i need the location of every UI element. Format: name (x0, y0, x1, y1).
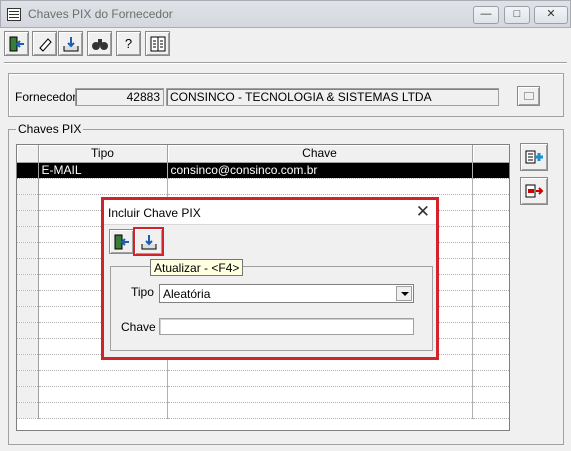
row-indicator (17, 162, 39, 179)
add-row-icon (525, 150, 543, 164)
window-title: Chaves PIX do Fornecedor (28, 7, 173, 21)
chevron-down-icon[interactable] (396, 286, 412, 301)
table-row[interactable]: E-MAIL consinco@consinco.com.br (17, 162, 509, 179)
dialog-title-bar: Incluir Chave PIX ✕ (104, 200, 436, 225)
tipo-select-value: Aleatória (163, 287, 211, 301)
dialog-close-button[interactable]: ✕ (416, 202, 430, 222)
app-icon (7, 8, 21, 21)
header-tipo[interactable]: Tipo (38, 145, 168, 163)
close-button[interactable]: ✕ (534, 6, 568, 24)
fornecedor-lookup-button[interactable] (517, 86, 540, 106)
remove-row-icon (525, 184, 544, 198)
dialog-title: Incluir Chave PIX (108, 206, 201, 220)
chaves-pix-group-title: Chaves PIX (16, 122, 84, 136)
search-button[interactable] (87, 31, 112, 56)
toolbar: ? (0, 28, 571, 60)
table-row[interactable] (17, 178, 509, 195)
fornecedor-code-field: 42883 (75, 88, 164, 106)
dialog-save-button[interactable] (133, 227, 164, 256)
help-icon: ? (124, 36, 133, 51)
chave-input[interactable] (159, 318, 414, 335)
tipo-select[interactable]: Aleatória (159, 284, 414, 303)
report-button[interactable] (145, 31, 170, 56)
table-row[interactable] (17, 386, 509, 403)
exit-icon (114, 234, 129, 249)
remove-chave-button[interactable] (520, 177, 548, 205)
report-icon (150, 36, 165, 51)
save-tray-icon (63, 36, 78, 51)
fornecedor-label: Fornecedor (15, 90, 77, 104)
exit-button[interactable] (4, 31, 29, 56)
header-empty (472, 145, 509, 163)
eraser-button[interactable] (32, 31, 57, 56)
header-chave[interactable]: Chave (167, 145, 473, 163)
tipo-label: Tipo (131, 285, 154, 299)
fornecedor-name-field: CONSINCO - TECNOLOGIA & SISTEMAS LTDA (166, 88, 499, 106)
exit-icon (9, 36, 24, 51)
header-indicator (17, 145, 39, 163)
save-tray-icon (141, 234, 156, 249)
chave-label: Chave (121, 320, 156, 334)
eraser-icon (38, 37, 52, 52)
cell-empty (472, 162, 509, 179)
minimize-button[interactable]: — (473, 6, 499, 24)
binoculars-icon (91, 38, 108, 50)
table-row[interactable] (17, 402, 509, 419)
maximize-button[interactable]: □ (504, 6, 530, 24)
table-row[interactable] (17, 370, 509, 387)
dialog-exit-button[interactable] (109, 229, 134, 254)
incluir-chave-dialog: Incluir Chave PIX ✕ Atualizar - <F4> Tip… (101, 197, 439, 360)
cell-tipo[interactable]: E-MAIL (38, 162, 168, 179)
dialog-fields-group (110, 266, 433, 351)
cell-chave[interactable]: consinco@consinco.com.br (167, 162, 473, 179)
add-chave-button[interactable] (520, 143, 548, 171)
save-tooltip: Atualizar - <F4> (150, 259, 244, 276)
save-button[interactable] (58, 31, 83, 56)
toolbar-divider (4, 62, 567, 64)
title-bar: Chaves PIX do Fornecedor — □ ✕ (0, 0, 571, 28)
help-button[interactable]: ? (116, 31, 141, 56)
grid-header: Tipo Chave (17, 145, 509, 163)
list-icon (523, 92, 534, 100)
